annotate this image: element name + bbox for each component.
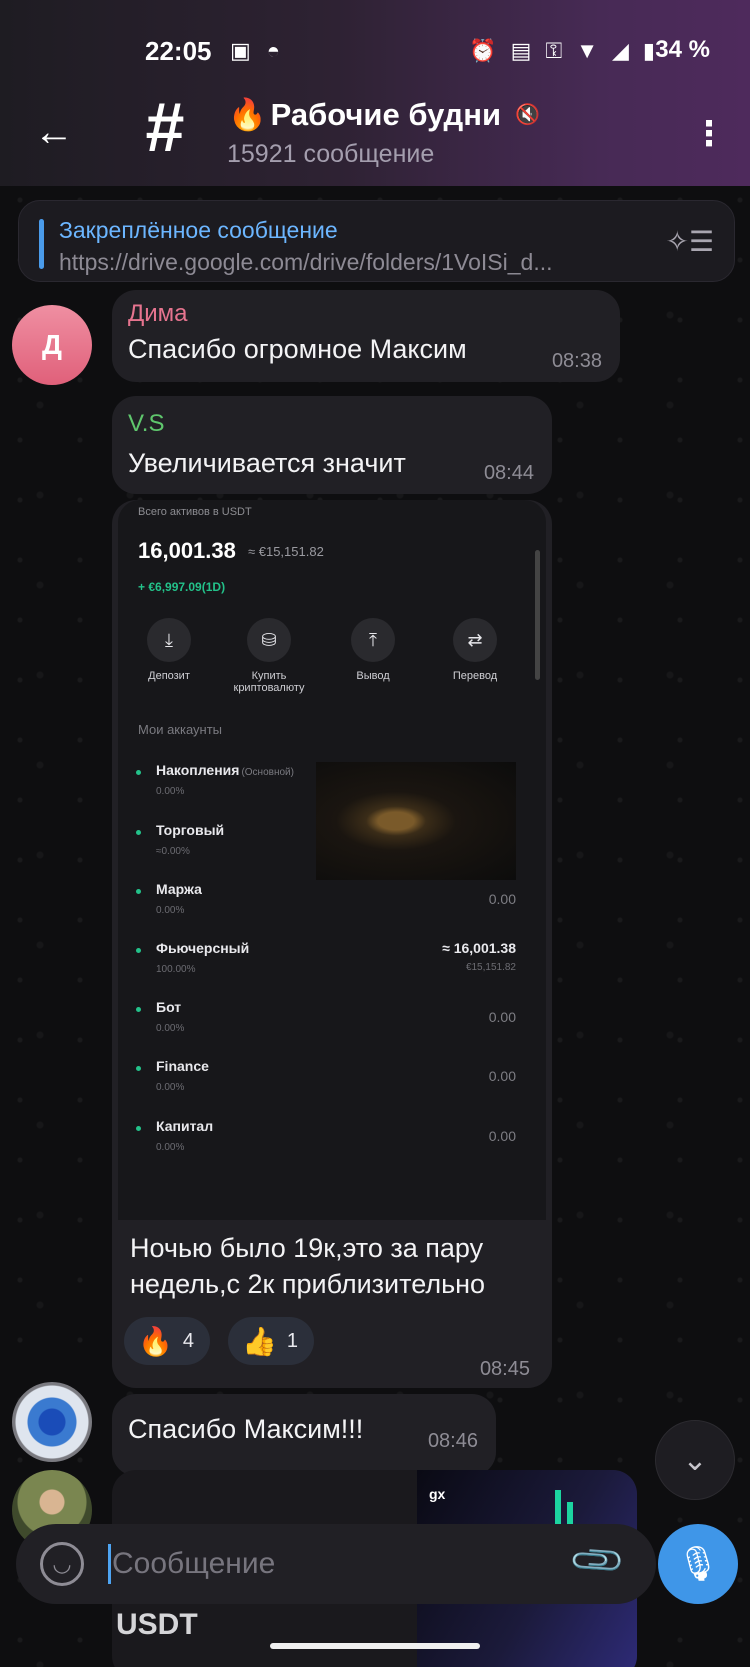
withdraw-action: ⤒ Вывод <box>328 618 418 682</box>
accounts-title: Мои аккаунты <box>138 722 223 737</box>
arrow-left-icon: ← <box>34 110 74 154</box>
chat-header: 22:05 ▣ ◓ ⏰ ▤ ⚿ ▼ ◢ ▮ 34 % ← # 🔥 Рабочие… <box>0 0 750 186</box>
pnl-value: + €6,997.09(1D) <box>138 580 226 594</box>
deposit-action: ⤓ Депозит <box>124 618 214 682</box>
message-time: 08:45 <box>479 1358 530 1380</box>
chat-subtitle: 15921 сообщение <box>227 140 435 168</box>
fire-emoji: 🔥 <box>228 97 267 132</box>
alarm-icon: ⏰ <box>469 38 497 63</box>
text-caret <box>108 1544 111 1584</box>
back-button[interactable]: ← <box>30 108 78 156</box>
attach-icon[interactable]: 📎 <box>567 1530 628 1591</box>
key-icon: ⚿ <box>545 38 563 63</box>
pinned-text: https://drive.google.com/drive/folders/1… <box>59 249 553 275</box>
message-bubble[interactable]: Всего активов в USDT 16,001.38 ≈ €15,151… <box>112 500 552 1388</box>
message-text: Спасибо огромное Максим <box>128 334 467 364</box>
mute-icon: 🔇 <box>515 104 540 126</box>
message-time: 08:44 <box>483 462 534 484</box>
transfer-icon: ⇄ <box>453 618 497 662</box>
avatar[interactable] <box>12 1382 92 1462</box>
image-icon: ▣ <box>230 38 251 63</box>
pin-list-icon[interactable]: ✧☰ <box>665 225 714 258</box>
sender-name[interactable]: Дима <box>128 300 188 328</box>
scroll-down-button[interactable]: ⌄ <box>655 1420 735 1500</box>
message-input[interactable] <box>112 1538 532 1590</box>
message-text: Увеличивается значит <box>128 448 406 478</box>
chevron-down-icon: ⌄ <box>682 1443 708 1477</box>
status-bar: 22:05 ▣ ◓ ⏰ ▤ ⚿ ▼ ◢ ▮ 34 % <box>0 30 750 74</box>
buy-crypto-icon: ⛁ <box>247 618 291 662</box>
message-bubble[interactable]: V.S Увеличивается значит 08:44 <box>112 396 552 494</box>
account-row: Finance 0.00% 0.00 <box>136 1058 516 1114</box>
battery-icon: ▮ <box>642 38 655 63</box>
chat-title[interactable]: 🔥 Рабочие будни 🔇 <box>228 96 540 133</box>
battery-level: 34 % <box>655 36 710 63</box>
signal-icon: ◢ <box>611 38 629 63</box>
account-row: Бот 0.00% 0.00 <box>136 999 516 1055</box>
message-text: Спасибо Максим!!! <box>128 1414 364 1444</box>
incognito-icon: ◓ <box>266 38 281 63</box>
sender-name[interactable]: V.S <box>128 410 164 438</box>
assets-label: Всего активов в USDT <box>138 506 252 518</box>
microphone-icon: 🎙 <box>676 1545 720 1583</box>
pinned-message[interactable]: Закреплённое сообщение https://drive.goo… <box>18 200 735 282</box>
status-time: 22:05 <box>145 36 212 66</box>
withdraw-icon: ⤒ <box>351 618 395 662</box>
balance-eur: ≈ €15,151.82 <box>248 544 324 559</box>
message-bubble[interactable]: Дима Спасибо огромное Максим 08:38 <box>112 290 620 382</box>
avatar[interactable]: Д <box>12 305 92 385</box>
screenshot-scrollbar <box>535 550 540 680</box>
deposit-icon: ⤓ <box>147 618 191 662</box>
more-button[interactable]: ⋮ <box>692 110 726 158</box>
attached-screenshot[interactable]: Всего активов в USDT 16,001.38 ≈ €15,151… <box>118 500 546 1220</box>
message-composer: ◡ 📎 <box>16 1524 656 1604</box>
home-indicator[interactable] <box>270 1643 480 1649</box>
transfer-action: ⇄ Перевод <box>430 618 520 682</box>
message-bubble[interactable]: Спасибо Максим!!! 08:46 <box>112 1394 496 1476</box>
reaction-fire[interactable]: 🔥 4 <box>124 1317 210 1365</box>
pinned-indicator <box>39 219 44 269</box>
account-row: Фьючерсный 100.00% ≈ 16,001.38 €15,151.8… <box>136 940 516 996</box>
message-time: 08:38 <box>551 350 602 372</box>
wifi-icon: ▼ <box>576 38 598 63</box>
message-text: Ночью было 19к,это за пару недель,с 2к п… <box>130 1233 486 1299</box>
auto-hz-icon: ▤ <box>510 38 532 63</box>
emoji-icon[interactable]: ◡ <box>40 1542 84 1586</box>
balance-value: 16,001.38 <box>138 538 236 563</box>
account-row: Торговый ≈0.00% <box>136 822 516 878</box>
image-logo: gx <box>429 1486 446 1502</box>
account-row: Капитал 0.00% 0.00 <box>136 1118 516 1174</box>
chat-title-text: Рабочие будни <box>270 96 502 132</box>
buy-crypto-action: ⛁ Купить криптовалюту <box>224 618 314 694</box>
pinned-title: Закреплённое сообщение <box>59 217 338 243</box>
message-time: 08:46 <box>427 1430 478 1452</box>
preview-text: USDT <box>116 1608 198 1641</box>
hashtag-icon: # <box>145 88 185 166</box>
avatar-letter: Д <box>42 329 62 360</box>
more-vertical-icon: ⋮ <box>692 115 726 153</box>
account-row: Маржа 0.00% 0.00 <box>136 881 516 937</box>
reaction-thumbs-up[interactable]: 👍 1 <box>228 1317 314 1365</box>
microphone-button[interactable]: 🎙 <box>658 1524 738 1604</box>
